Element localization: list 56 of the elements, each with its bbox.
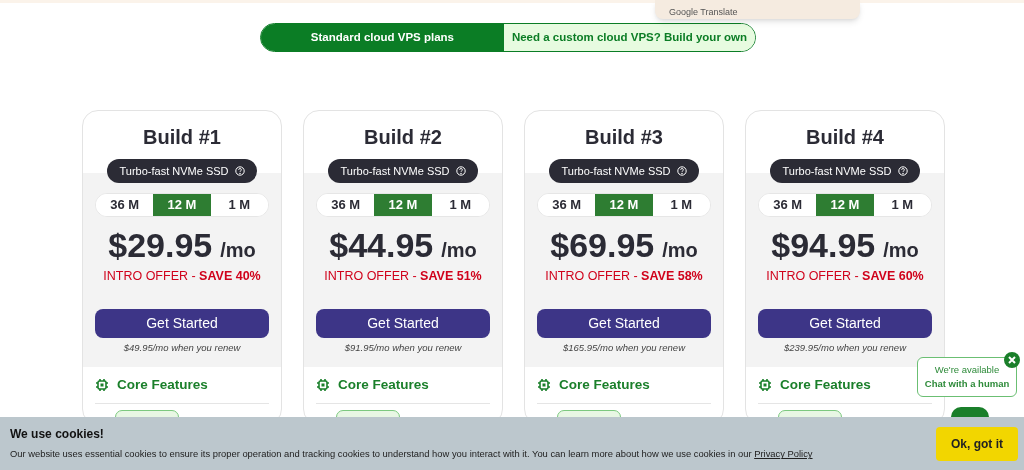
cookie-text: Our website uses essential cookies to ensure its proper operation and tracking cookies to understand how you interact with it. You can learn more about how we use cookies in our Privacy Policy [10,447,813,462]
help-icon [897,166,908,176]
price: $69.95 [550,225,655,265]
storage-badge[interactable]: Turbo-fast NVMe SSD [107,159,257,183]
storage-badge[interactable]: Turbo-fast NVMe SSD [770,159,920,183]
get-started-button[interactable]: Get Started [95,308,269,338]
term-tab[interactable]: 12 M [595,194,653,216]
chat-launcher[interactable] [951,407,989,417]
get-started-button[interactable]: Get Started [758,308,932,338]
offer-text: INTRO OFFER - SAVE 58% [545,268,703,285]
renew-text: $165.95/mo when you renew [563,340,685,355]
help-icon [455,166,466,176]
features-heading: Core Features [117,376,208,394]
features-heading: Core Features [338,376,429,394]
offer-text: INTRO OFFER - SAVE 40% [103,268,261,285]
chat-bubble[interactable]: We're available Chat with a human [917,357,1017,397]
get-started-button[interactable]: Get Started [316,308,490,338]
help-icon [676,166,687,176]
privacy-policy-link[interactable]: Privacy Policy [754,448,813,460]
close-icon[interactable] [1004,352,1020,368]
plan-title: Build #1 [143,125,221,150]
features-heading: Core Features [559,376,650,394]
offer-text: INTRO OFFER - SAVE 51% [324,268,482,285]
features-heading: Core Features [780,376,871,394]
renew-text: $239.95/mo when you renew [784,340,906,355]
chat-action: Chat with a human [924,377,1010,391]
price-unit: /mo [220,238,256,263]
term-tab[interactable]: 12 M [816,194,874,216]
price: $44.95 [329,225,434,265]
chat-status: We're available [934,363,1000,377]
plan-title: Build #3 [585,125,663,150]
price: $94.95 [771,225,876,265]
storage-badge[interactable]: Turbo-fast NVMe SSD [328,159,478,183]
cookie-title: We use cookies! [10,426,105,444]
price-unit: /mo [883,238,919,263]
price-unit: /mo [441,238,477,263]
chip-icon [316,378,330,393]
get-started-button[interactable]: Get Started [537,308,711,338]
offer-text: INTRO OFFER - SAVE 60% [766,268,924,285]
term-tab[interactable]: 12 M [374,194,432,216]
storage-badge[interactable]: Turbo-fast NVMe SSD [549,159,699,183]
price: $29.95 [108,225,213,265]
accept-cookies-button[interactable]: Ok, got it [936,426,1018,461]
renew-text: $91.95/mo when you renew [344,340,462,355]
price-unit: /mo [662,238,698,263]
plan-toggle-tab[interactable]: Need a custom cloud VPS? Build your own [503,24,756,51]
plan-toggle-tab[interactable]: Standard cloud VPS plans [260,24,504,51]
help-icon [234,166,245,176]
chip-icon [758,378,772,393]
plan-title: Build #4 [806,125,884,150]
renew-text: $49.95/mo when you renew [123,340,241,355]
term-tab[interactable]: 12 M [153,194,211,216]
plan-title: Build #2 [364,125,442,150]
chip-icon [537,378,551,393]
chip-icon [95,378,109,393]
translate-label: Google Translate [669,6,738,18]
